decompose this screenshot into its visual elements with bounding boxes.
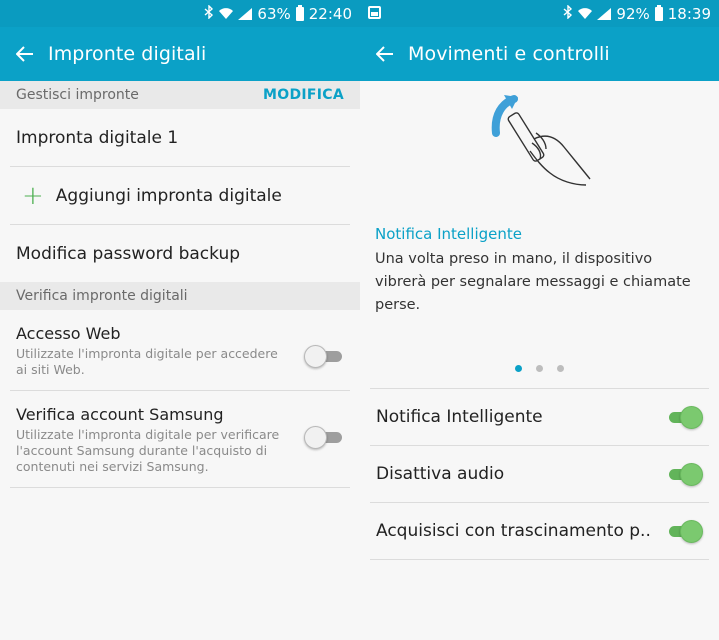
list-item[interactable]: Acquisisci con trascinamento p..: [360, 503, 719, 559]
signal-icon: [238, 7, 253, 20]
battery-percent: 92%: [616, 4, 650, 23]
pickup-gesture-icon: [491, 95, 591, 186]
motions-screen: 92% 18:39 Movimenti e controlli Notifica…: [360, 0, 719, 640]
page-title: Impronte digitali: [48, 43, 207, 65]
page-title: Movimenti e controlli: [408, 43, 610, 65]
fingerprint-item[interactable]: Impronta digitale 1: [0, 109, 360, 166]
hand-phone-illustration: [360, 81, 719, 213]
feature-info: Notifica Intelligente Una volta preso in…: [360, 225, 719, 317]
section-header-manage: Gestisci impronte MODIFICA: [0, 81, 360, 109]
signal-icon: [597, 7, 612, 20]
modify-button[interactable]: MODIFICA: [263, 87, 344, 103]
smart-alert-toggle[interactable]: [663, 405, 703, 429]
status-time: 22:40: [308, 4, 352, 23]
app-bar: Impronte digitali: [0, 27, 360, 81]
status-bar: 92% 18:39: [360, 0, 719, 27]
wifi-icon: [219, 7, 234, 20]
list-item[interactable]: Notifica Intelligente: [360, 389, 719, 445]
samsung-account-desc: Utilizzate l'impronta digitale per verif…: [16, 427, 280, 474]
samsung-account-item[interactable]: Verifica account Samsung Utilizzate l'im…: [0, 391, 360, 487]
feature-description: Una volta preso in mano, il dispositivo …: [375, 251, 691, 313]
palm-swipe-toggle[interactable]: [663, 519, 703, 543]
battery-icon: [295, 4, 304, 21]
section-title: Verifica impronte digitali: [16, 288, 188, 304]
web-access-label: Accesso Web: [16, 324, 121, 343]
app-bar: Movimenti e controlli: [360, 27, 719, 81]
wifi-icon: [578, 7, 593, 20]
page-dot[interactable]: [515, 365, 522, 372]
web-access-toggle[interactable]: [304, 344, 344, 368]
add-fingerprint-button[interactable]: + Aggiungi impronta digitale: [0, 167, 360, 224]
gallery-notification-icon: [368, 6, 381, 19]
list-item[interactable]: Disattiva audio: [360, 446, 719, 502]
fingerprint-screen: 63% 22:40 Impronte digitali Gestisci imp…: [0, 0, 360, 640]
add-fingerprint-label: Aggiungi impronta digitale: [55, 185, 282, 206]
fingerprint-label: Impronta digitale 1: [16, 127, 179, 148]
status-bar: 63% 22:40: [0, 0, 360, 27]
battery-percent: 63%: [257, 4, 291, 23]
page-dot[interactable]: [557, 365, 564, 372]
page-dot[interactable]: [536, 365, 543, 372]
item-label: Notifica Intelligente: [376, 407, 543, 427]
mute-toggle[interactable]: [663, 462, 703, 486]
bluetooth-icon: [204, 4, 214, 22]
back-arrow-icon[interactable]: [374, 43, 396, 65]
back-arrow-icon[interactable]: [14, 43, 36, 65]
web-access-item[interactable]: Accesso Web Utilizzate l'impronta digita…: [0, 310, 360, 390]
section-header-verify: Verifica impronte digitali: [0, 282, 360, 310]
divider: [10, 487, 350, 488]
divider: [370, 559, 709, 560]
feature-heading: Notifica Intelligente: [375, 225, 523, 243]
battery-icon: [654, 4, 663, 21]
backup-password-item[interactable]: Modifica password backup: [0, 225, 360, 282]
status-time: 18:39: [667, 4, 711, 23]
motions-list: Notifica Intelligente Disattiva audio Ac…: [360, 388, 719, 560]
samsung-account-toggle[interactable]: [304, 425, 344, 449]
plus-icon: +: [22, 180, 44, 211]
web-access-desc: Utilizzate l'impronta digitale per acced…: [16, 346, 278, 377]
bluetooth-icon: [563, 4, 573, 22]
item-label: Acquisisci con trascinamento p..: [376, 521, 651, 541]
backup-password-label: Modifica password backup: [16, 243, 241, 264]
section-title: Gestisci impronte: [16, 87, 139, 103]
page-indicator: [360, 365, 719, 372]
item-label: Disattiva audio: [376, 464, 505, 484]
samsung-account-label: Verifica account Samsung: [16, 405, 224, 424]
